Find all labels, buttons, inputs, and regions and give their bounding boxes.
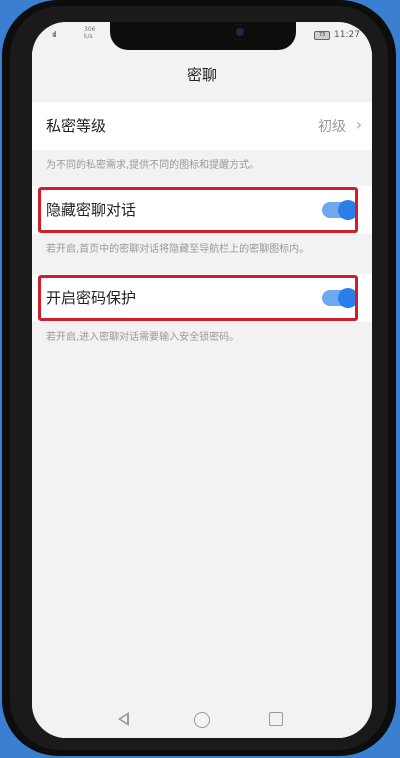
recent-apps-icon[interactable] <box>269 712 283 726</box>
notch <box>110 22 296 50</box>
privacy-level-row[interactable]: 私密等级 初级 › <box>32 102 372 150</box>
privacy-level-description: 为不同的私密需求,提供不同的图标和提醒方式。 <box>46 160 260 171</box>
battery-icon: 73 <box>314 31 330 40</box>
password-protect-description: 若开启,进入密聊对话需要输入安全锁密码。 <box>46 332 240 343</box>
signal-icon: ııl <box>52 30 57 39</box>
phone-frame: ııl 306 k/s 73 11:27 密聊 私密等级 初级 › 为不同的私密… <box>2 0 396 756</box>
chevron-right-icon: › <box>355 115 362 134</box>
screen: ııl 306 k/s 73 11:27 密聊 私密等级 初级 › 为不同的私密… <box>32 22 372 738</box>
privacy-level-value: 初级 <box>318 119 346 135</box>
navigation-bar <box>32 702 372 738</box>
network-speed: 306 k/s <box>84 26 96 40</box>
page-title: 密聊 <box>186 66 217 84</box>
top-bar: 密聊 <box>32 50 372 98</box>
back-icon-inner <box>121 715 127 723</box>
highlight-box-password <box>38 275 358 321</box>
camera-icon <box>236 28 244 36</box>
privacy-level-label: 私密等级 <box>46 117 107 135</box>
clock: 11:27 <box>334 30 360 40</box>
home-icon[interactable] <box>194 712 210 728</box>
highlight-box-hide-chat <box>38 187 358 233</box>
hide-chat-description: 若开启,首页中的密聊对话将隐藏至导航栏上的密聊图标内。 <box>46 244 310 255</box>
